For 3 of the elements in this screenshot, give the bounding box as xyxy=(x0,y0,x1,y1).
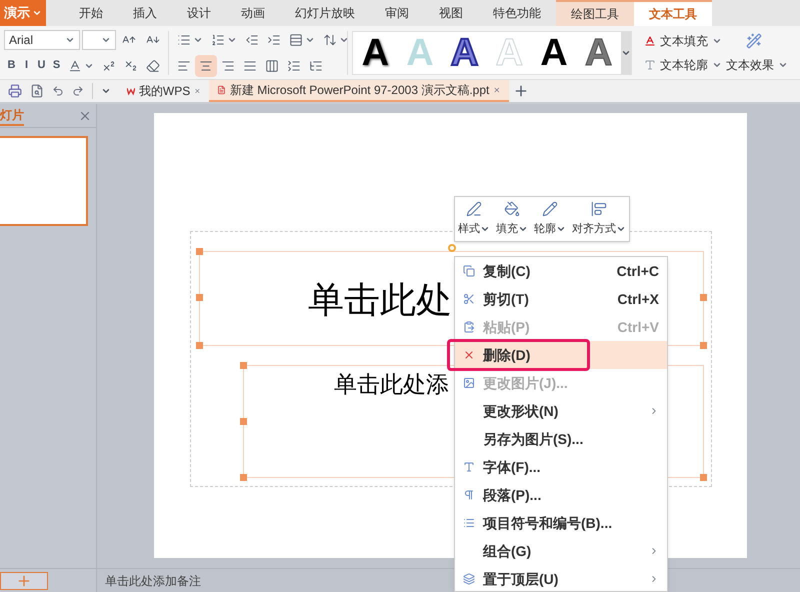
panel-title: 灯片 xyxy=(0,106,24,126)
subtitle-text: 单击此处添 xyxy=(334,371,449,400)
title-text: 单击此处 xyxy=(308,279,452,323)
